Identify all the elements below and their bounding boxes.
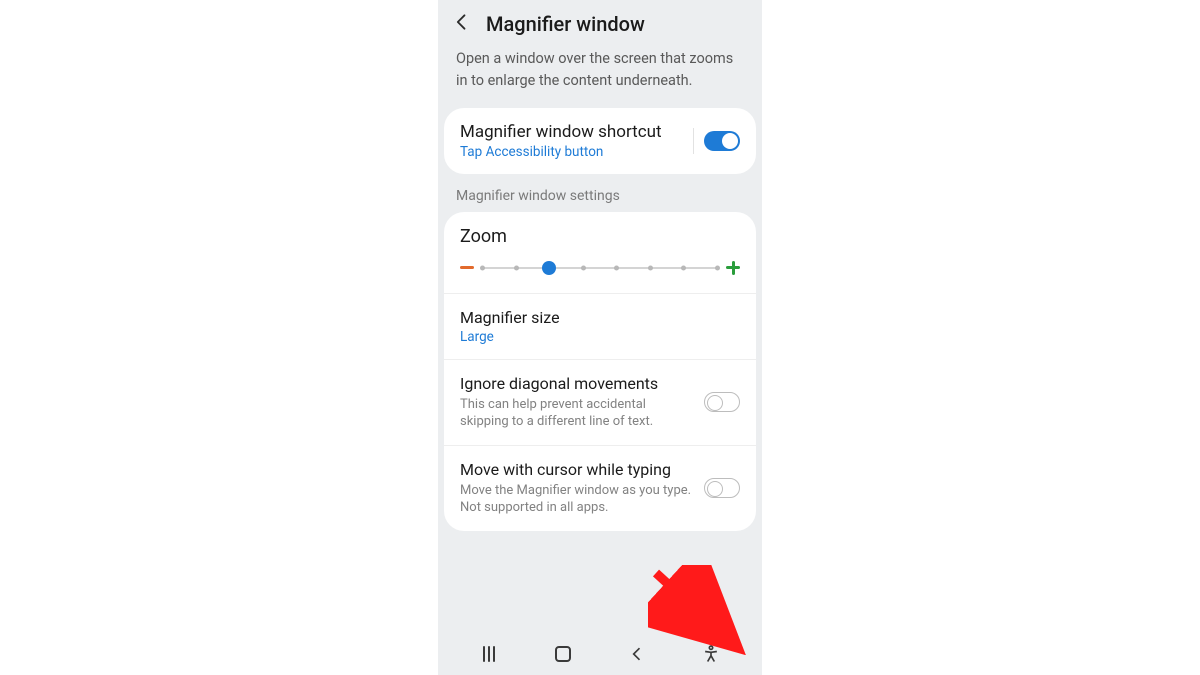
zoom-step-dot[interactable] <box>581 265 586 270</box>
accessibility-nav-button[interactable] <box>693 640 729 668</box>
back-icon[interactable] <box>452 12 472 36</box>
settings-card: Zoom Magnifier size Large <box>444 212 756 531</box>
ignore-diagonal-title: Ignore diagonal movements <box>460 374 696 393</box>
ignore-diagonal-subtitle: This can help prevent accidental skippin… <box>460 396 696 431</box>
shortcut-row[interactable]: Magnifier window shortcut Tap Accessibil… <box>444 108 756 174</box>
zoom-step-dot[interactable] <box>514 265 519 270</box>
zoom-row: Zoom <box>444 212 756 293</box>
shortcut-title: Magnifier window shortcut <box>460 122 681 142</box>
zoom-out-icon[interactable] <box>460 266 474 269</box>
shortcut-toggle[interactable] <box>704 131 740 151</box>
zoom-in-icon[interactable] <box>726 261 740 275</box>
zoom-title: Zoom <box>460 226 740 247</box>
zoom-step-dot[interactable] <box>715 265 720 270</box>
settings-screen: Magnifier window Open a window over the … <box>438 0 762 675</box>
zoom-thumb[interactable] <box>542 261 556 275</box>
magnifier-size-row[interactable]: Magnifier size Large <box>444 293 756 359</box>
shortcut-card: Magnifier window shortcut Tap Accessibil… <box>444 108 756 174</box>
ignore-diagonal-toggle[interactable] <box>704 392 740 412</box>
zoom-step-dot[interactable] <box>648 265 653 270</box>
move-cursor-subtitle: Move the Magnifier window as you type. N… <box>460 482 696 517</box>
magnifier-size-title: Magnifier size <box>460 308 732 327</box>
recents-button[interactable] <box>471 640 507 668</box>
magnifier-size-value: Large <box>460 329 732 345</box>
zoom-step-dot[interactable] <box>480 265 485 270</box>
move-cursor-toggle[interactable] <box>704 478 740 498</box>
back-nav-button[interactable] <box>619 640 655 668</box>
move-cursor-title: Move with cursor while typing <box>460 460 696 479</box>
divider <box>693 128 694 154</box>
shortcut-subtitle: Tap Accessibility button <box>460 144 681 160</box>
home-button[interactable] <box>545 640 581 668</box>
header: Magnifier window <box>438 0 762 40</box>
zoom-slider[interactable] <box>460 261 740 275</box>
page-description: Open a window over the screen that zooms… <box>438 40 762 108</box>
system-nav-bar <box>438 633 762 675</box>
ignore-diagonal-row[interactable]: Ignore diagonal movements This can help … <box>444 359 756 445</box>
section-label: Magnifier window settings <box>438 174 762 212</box>
zoom-step-dot[interactable] <box>681 265 686 270</box>
zoom-track[interactable] <box>480 261 720 275</box>
move-cursor-row[interactable]: Move with cursor while typing Move the M… <box>444 445 756 531</box>
page-title: Magnifier window <box>486 12 645 36</box>
zoom-step-dot[interactable] <box>614 265 619 270</box>
